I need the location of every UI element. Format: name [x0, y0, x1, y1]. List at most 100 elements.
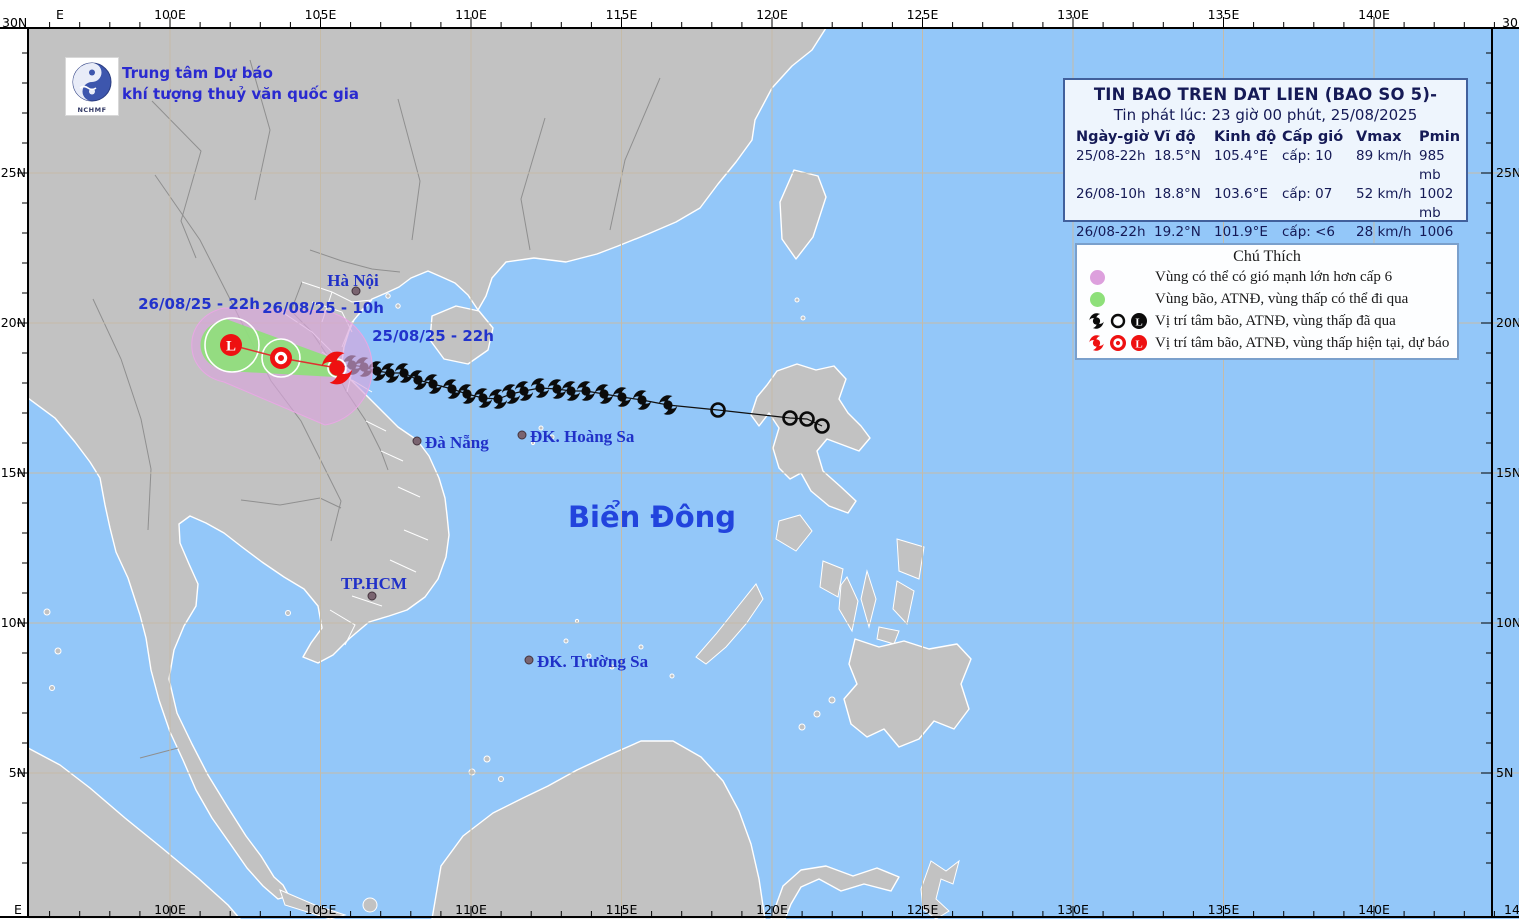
legend-area-swatch	[1090, 291, 1105, 307]
lon-tick-label: 140E	[1358, 902, 1390, 917]
place-dot	[524, 655, 534, 665]
lon-tick-label: 125E	[907, 902, 939, 917]
bulletin-cell: 18.5°N	[1154, 148, 1201, 164]
bulletin-col-header: Vĩ độ	[1154, 129, 1196, 145]
corner-axis-label: E	[56, 7, 64, 22]
bulletin-cell: 103.6°E	[1214, 186, 1268, 202]
island-belitung	[362, 897, 378, 913]
lon-tick-label: 135E	[1208, 7, 1240, 22]
legend-item-label: Vị trí tâm bão, ATNĐ, vùng thấp hiện tại…	[1155, 334, 1450, 351]
nchmf-emblem-icon	[72, 62, 112, 102]
place-label: Hà Nội	[327, 271, 379, 290]
lon-tick-label: 120E	[756, 7, 788, 22]
track-date-label: 26/08/25 - 10h	[262, 299, 384, 317]
lat-tick-label: 25N	[1496, 165, 1519, 180]
lon-tick-label: 105E	[305, 7, 337, 22]
lon-tick-label: 105E	[305, 902, 337, 917]
legend-box: Chú Thích Vùng có thể có gió mạnh lớn hơ…	[1075, 243, 1459, 360]
depression-ring-icon	[1110, 313, 1126, 329]
lat-tick-label: 10N	[1, 615, 26, 630]
bulletin-cell: 25/08-22h	[1076, 148, 1146, 164]
org-name-line1: Trung tâm Dự báo	[122, 64, 273, 82]
forecast-L-glyph: L	[226, 339, 236, 355]
legend-title: Chú Thích	[1233, 248, 1301, 265]
nchmf-logo-text: NCHMF	[77, 106, 107, 114]
legend-item: L Vị trí tâm bão, ATNĐ, vùng thấp đã qua	[1077, 310, 1457, 332]
bulletin-cell: 89 km/h	[1356, 148, 1412, 164]
legend-item-label: Vùng có thể có gió mạnh lớn hơn cấp 6	[1155, 268, 1393, 285]
svg-text:L: L	[1135, 339, 1142, 351]
corner-axis-label: 14	[1504, 902, 1519, 917]
bulletin-cell: 18.8°N	[1154, 186, 1201, 202]
bulletin-table: Ngày-giờ Vĩ độ Kinh độ Cấp gió Vmax Pmin 25/08…	[1065, 128, 1466, 261]
place-label: TP.HCM	[341, 574, 407, 593]
place-dot	[367, 591, 377, 601]
place-dot	[517, 430, 527, 440]
lat-tick-label: 5N	[9, 765, 26, 780]
lon-tick-label: 130E	[1057, 902, 1089, 917]
bulletin-col-header: Vmax	[1356, 129, 1402, 145]
legend-item-label: Vùng bão, ATNĐ, vùng thấp có thể đi qua	[1155, 290, 1409, 307]
lon-tick-label: 110E	[455, 7, 487, 22]
lat-tick-label: 5N	[1496, 765, 1513, 780]
lon-tick-label: 115E	[606, 902, 638, 917]
left-axis-strip	[0, 0, 28, 919]
legend-item-label: Vị trí tâm bão, ATNĐ, vùng thấp đã qua	[1155, 312, 1396, 329]
bulletin-col-header: Cấp gió	[1282, 129, 1344, 145]
lat-tick-label: 25N	[1, 165, 26, 180]
corner-axis-label: 30N	[2, 15, 27, 30]
lat-tick-label: 15N	[1496, 465, 1519, 480]
lon-tick-label: 135E	[1208, 902, 1240, 917]
bulletin-cell: cấp: 10	[1282, 148, 1333, 164]
lat-tick-label: 20N	[1, 315, 26, 330]
lat-tick-label: 20N	[1496, 315, 1519, 330]
bulletin-col-header: Ngày-giờ	[1076, 129, 1149, 145]
typhoon-symbol-icon	[1089, 335, 1104, 351]
forecast-icons: L	[1089, 335, 1147, 351]
lat-tick-label: 10N	[1496, 615, 1519, 630]
lon-tick-label: 115E	[606, 7, 638, 22]
org-name: Trung tâm Dự báo khí tượng thuỷ văn quốc…	[122, 63, 359, 105]
svg-text:L: L	[1135, 317, 1142, 329]
bulletin-title: TIN BAO TREN DAT LIEN (BAO SO 5)-	[1093, 85, 1438, 104]
legend-item: Vùng có thể có gió mạnh lớn hơn cấp 6	[1077, 266, 1457, 288]
corner-axis-label: E	[14, 902, 22, 917]
place-label: ĐK. Hoàng Sa	[530, 427, 635, 446]
legend-item-icons: L	[1085, 311, 1155, 331]
lon-tick-label: 110E	[455, 902, 487, 917]
bulletin-cell: 985 mb	[1419, 148, 1445, 183]
forecast-position-marker	[270, 347, 292, 369]
storm-bulletin-box: TIN BAO TREN DAT LIEN (BAO SO 5)- Tin ph…	[1063, 78, 1468, 259]
legend-area-swatch	[1090, 269, 1105, 285]
bulletin-cell: cấp: 07	[1282, 186, 1333, 202]
legend-item-icons: L	[1085, 333, 1155, 353]
storm-track-map-app: L Hà Nội Đà Nẵng TP.HCM ĐK. Hoàng Sa ĐK. Trư…	[0, 0, 1519, 919]
sea-name-label: Biển Đông	[568, 500, 736, 534]
legend-item: Vùng bão, ATNĐ, vùng thấp có thể đi qua	[1077, 288, 1457, 310]
lon-tick-label: 140E	[1358, 7, 1390, 22]
bulletin-cell: 26/08-10h	[1076, 186, 1146, 202]
legend-rows: Vùng có thể có gió mạnh lớn hơn cấp 6 Vùn…	[1077, 266, 1457, 354]
place-dot	[412, 436, 422, 446]
place-label: Đà Nẵng	[425, 433, 489, 452]
track-date-label: 26/08/25 - 22h	[138, 295, 260, 313]
lon-tick-label: 130E	[1057, 7, 1089, 22]
typhoon-symbol-icon	[1089, 313, 1104, 329]
low-O-icon	[1110, 335, 1126, 351]
bulletin-issued-time: Tin phát lúc: 23 giờ 00 phút, 25/08/2025	[1113, 106, 1418, 124]
bulletin-cell: 52 km/h	[1356, 186, 1412, 202]
corner-axis-label: 30N	[1502, 15, 1519, 30]
bulletin-cell: 1002 mb	[1419, 186, 1454, 221]
legend-item-icons	[1085, 291, 1155, 307]
bulletin-col-header: Kinh độ	[1214, 129, 1277, 145]
lon-tick-label: 125E	[907, 7, 939, 22]
lat-tick-label: 15N	[1, 465, 26, 480]
bulletin-col-header: Pmin	[1419, 129, 1461, 145]
lon-tick-label: 120E	[756, 902, 788, 917]
track-date-label: 25/08/25 - 22h	[372, 327, 494, 345]
legend-item: L Vị trí tâm bão, ATNĐ, vùng thấp hiện tạ…	[1077, 332, 1457, 354]
place-label: ĐK. Trường Sa	[537, 652, 649, 671]
nchmf-logo: NCHMF	[65, 57, 119, 116]
org-name-line2: khí tượng thuỷ văn quốc gia	[122, 85, 359, 103]
past-icons: L	[1089, 313, 1147, 329]
